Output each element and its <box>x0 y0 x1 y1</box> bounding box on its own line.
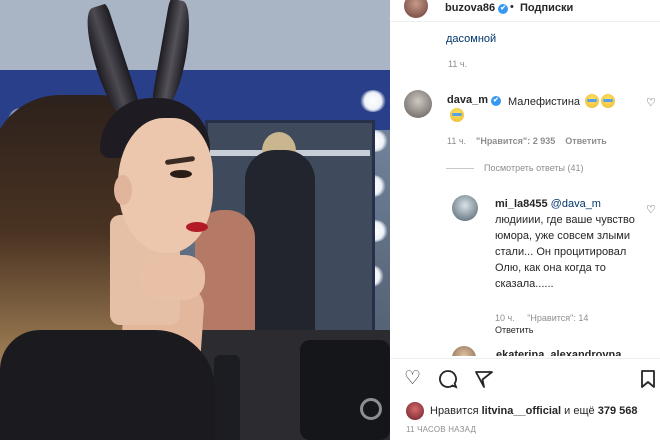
view-replies-button[interactable]: Посмотреть ответы (41) <box>446 163 584 173</box>
eye <box>170 170 192 178</box>
liker-username[interactable]: litvina__official <box>482 405 561 417</box>
liker-avatar[interactable] <box>406 402 424 420</box>
previous-comment-text[interactable]: дасомной <box>446 33 496 45</box>
background-figure <box>245 150 315 350</box>
tears-of-joy-emoji-icon <box>601 94 616 108</box>
bottle <box>214 355 240 440</box>
comment-avatar[interactable] <box>452 346 476 356</box>
comment-reply-button[interactable]: Ответить <box>565 136 607 146</box>
ear <box>114 175 132 205</box>
comment-text: Малефистина <box>508 94 616 108</box>
reply-avatar[interactable] <box>452 195 478 221</box>
comment-time: 11 ч. <box>447 136 467 146</box>
hand <box>140 255 205 300</box>
replies-divider <box>446 167 474 169</box>
likes-conjunction: и ещё <box>564 405 595 417</box>
next-comment-peek: ekaterina_alexandrovna <box>452 346 652 356</box>
following-button[interactable]: Подписки <box>520 2 573 14</box>
author-avatar[interactable] <box>402 0 430 20</box>
reply-likes-count[interactable]: "Нравится": 14 <box>527 313 588 323</box>
post-timestamp: 11 ЧАСОВ НАЗАД <box>406 425 477 434</box>
reply-meta: 10 ч. "Нравится": 14 <box>495 313 588 323</box>
comment-username[interactable]: ekaterina_alexandrovna <box>496 349 621 356</box>
verified-icon: ✔ <box>490 96 501 106</box>
reply-time: 10 ч. <box>495 313 515 323</box>
bag <box>300 340 390 440</box>
like-heart-icon[interactable]: ♡ <box>404 369 421 389</box>
reply-username[interactable]: mi_la8455 <box>495 198 548 210</box>
comments-panel: buzova86 ✔ • Подписки дасомной 11 ч. dava… <box>390 0 660 440</box>
post-header: buzova86 ✔ • Подписки <box>390 0 660 22</box>
comment-bubble-icon[interactable] <box>438 369 458 394</box>
post-photo[interactable] <box>0 0 390 440</box>
likes-prefix: Нравится <box>430 405 479 417</box>
face <box>118 118 213 253</box>
tears-of-joy-emoji-icon <box>450 108 464 122</box>
separator-dot: • <box>510 1 514 13</box>
likes-count[interactable]: 379 568 <box>598 405 638 417</box>
reply-text: mi_la8455 @dava_m людииии, где ваше чувс… <box>495 196 645 292</box>
comment-avatar[interactable] <box>404 90 432 118</box>
reply-mention[interactable]: @dava_m <box>551 198 601 210</box>
red-lips <box>186 222 208 232</box>
comment-likes-count[interactable]: "Нравится": 2 935 <box>476 136 555 146</box>
save-bookmark-icon[interactable] <box>640 369 656 394</box>
black-top <box>0 330 215 440</box>
bag-ring <box>360 398 382 420</box>
reply-like-heart-icon[interactable]: ♡ <box>646 203 656 216</box>
likes-summary: Нравится litvina__official и ещё 379 568 <box>406 402 637 420</box>
tears-of-joy-emoji-icon <box>585 94 600 108</box>
post-actions: ♡ Нравится litvina__official и ещё 379 5… <box>390 358 660 440</box>
comment-username[interactable]: dava_m ✔ <box>447 94 501 106</box>
author-username[interactable]: buzova86 ✔ <box>445 2 509 14</box>
comment-meta: 11 ч. "Нравится": 2 935 Ответить <box>447 136 607 146</box>
reply-body: людииии, где ваше чувство юмора, уже сов… <box>495 214 635 290</box>
dressing-room-wall <box>0 0 390 70</box>
mirror-bulb <box>360 90 386 112</box>
share-paper-plane-icon[interactable] <box>474 369 494 394</box>
previous-comment-time: 11 ч. <box>448 59 468 69</box>
reply-reply-button[interactable]: Ответить <box>495 325 533 335</box>
comment-like-heart-icon[interactable]: ♡ <box>646 96 656 109</box>
verified-icon: ✔ <box>498 4 509 14</box>
